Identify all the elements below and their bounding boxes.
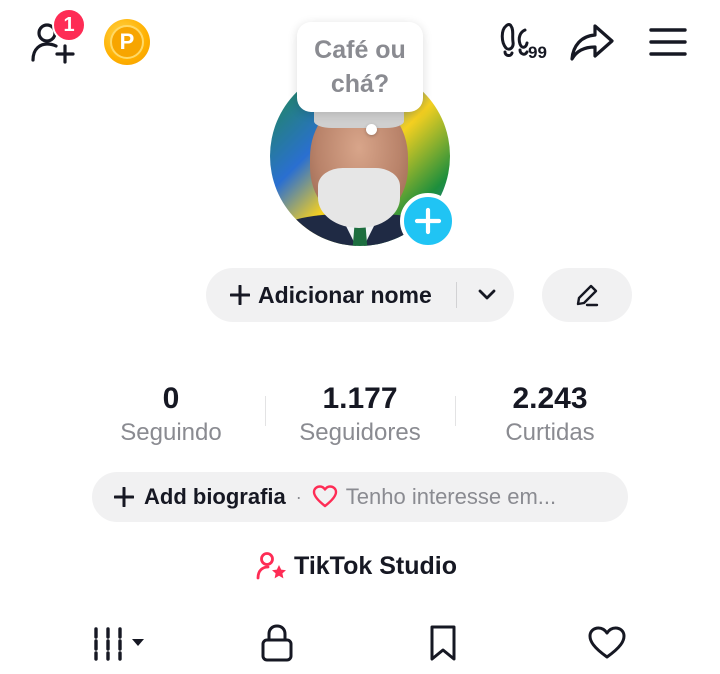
share-arrow-icon xyxy=(570,24,614,61)
coins-button[interactable]: P xyxy=(104,19,150,65)
add-name-button[interactable]: Adicionar nome xyxy=(206,268,514,322)
stat-likes[interactable]: 2.243 Curtidas xyxy=(455,380,645,448)
stat-value: 2.243 xyxy=(512,382,588,415)
tab-saved[interactable] xyxy=(418,620,468,666)
add-bio-button[interactable]: Add biografia · Tenho interesse em... xyxy=(92,472,628,522)
chevron-down-icon[interactable] xyxy=(474,282,500,308)
add-bio-label: Add biografia xyxy=(144,484,286,509)
tiktok-studio-link[interactable]: TikTok Studio xyxy=(256,548,457,584)
tab-videos[interactable] xyxy=(92,620,152,666)
note-bubble[interactable]: Café ou chá? xyxy=(297,22,423,112)
heart-outline-icon xyxy=(588,626,626,659)
add-bio: Add biografia xyxy=(114,484,286,510)
divider xyxy=(456,282,457,308)
add-name-label: Adicionar nome xyxy=(258,281,432,308)
menu-button[interactable] xyxy=(646,22,690,62)
stat-label: Seguidores xyxy=(299,419,421,446)
separator: · xyxy=(295,486,302,507)
stat-label: Seguindo xyxy=(120,419,222,446)
videos-grid-icon xyxy=(94,627,144,661)
footprints-99-icon: 99 xyxy=(500,23,547,62)
stat-following[interactable]: 0 Seguindo xyxy=(76,380,266,448)
notification-badge: 1 xyxy=(52,8,86,42)
plus-icon xyxy=(414,207,442,235)
tab-private[interactable] xyxy=(252,620,302,666)
pencil-icon xyxy=(576,284,599,307)
stat-followers[interactable]: 1.177 Seguidores xyxy=(265,380,455,448)
lock-icon xyxy=(261,624,293,662)
stat-label: Curtidas xyxy=(505,419,595,446)
footprints-button[interactable]: 99 xyxy=(498,20,556,64)
add-story-button[interactable] xyxy=(400,193,456,249)
user-star-icon xyxy=(256,552,286,580)
edit-profile-button[interactable] xyxy=(542,268,632,322)
plus-icon xyxy=(114,487,134,507)
interests-hint: Tenho interesse em... xyxy=(345,484,557,509)
share-button[interactable] xyxy=(568,20,616,64)
tab-liked[interactable] xyxy=(582,620,632,666)
bookmark-icon xyxy=(430,625,456,661)
bubble-tail-dot xyxy=(366,124,377,135)
studio-label: TikTok Studio xyxy=(294,551,457,580)
svg-text:99: 99 xyxy=(528,43,547,62)
stat-value: 0 xyxy=(162,382,180,415)
coin-icon: P xyxy=(110,25,144,59)
heart-icon xyxy=(312,485,337,508)
stat-value: 1.177 xyxy=(322,382,398,415)
plus-icon xyxy=(230,285,250,305)
hamburger-menu-icon xyxy=(649,28,687,56)
